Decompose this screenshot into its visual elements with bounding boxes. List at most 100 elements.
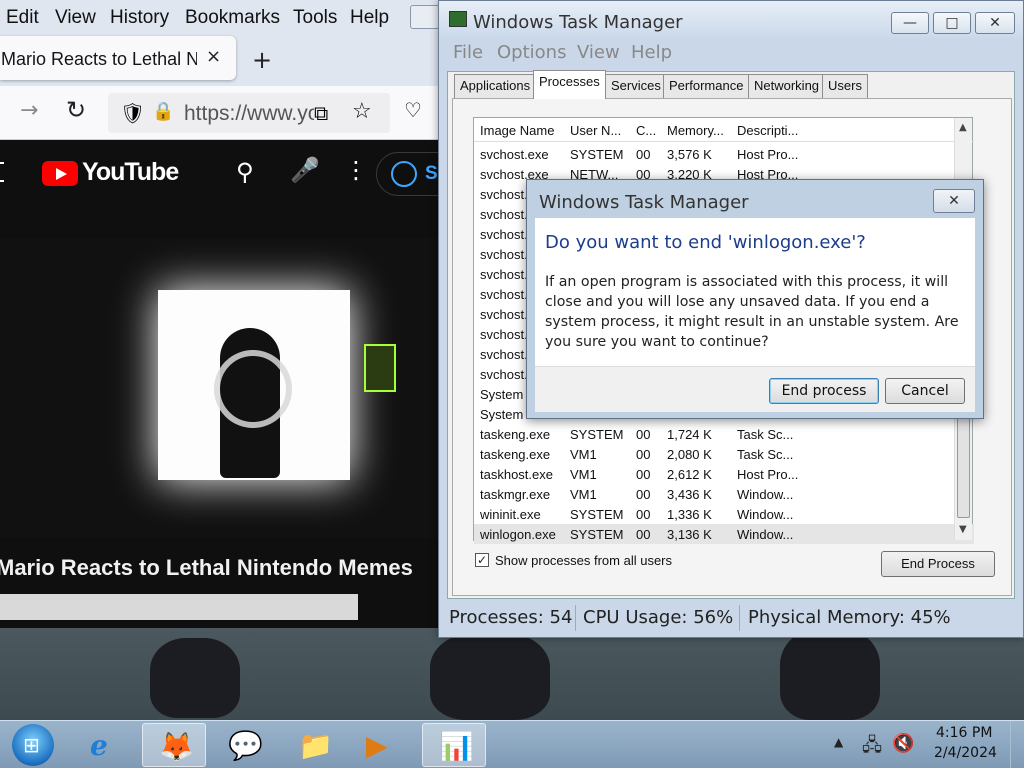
tab-close-icon[interactable]: × xyxy=(206,46,221,67)
status-bar: Processes: 54 CPU Usage: 56% Physical Me… xyxy=(447,603,1015,633)
menu-view[interactable]: View xyxy=(577,42,620,63)
cell-description: Host Pro... xyxy=(737,147,799,162)
url-bar[interactable]: 🛡 🔒 https://www.youtube.com ⧉ ☆ xyxy=(108,93,390,133)
more-options-icon[interactable]: ⋮ xyxy=(344,156,368,184)
bookmark-star-icon[interactable]: ☆ xyxy=(352,99,372,124)
clock-date[interactable]: 2/4/2024 xyxy=(934,745,997,761)
taskbar-explorer[interactable]: 📁 xyxy=(282,723,346,767)
menu-help[interactable]: Help xyxy=(631,42,672,63)
dialog-close-button[interactable]: ✕ xyxy=(933,189,975,213)
task-manager-titlebar[interactable]: Windows Task Manager — □ ✕ xyxy=(439,1,1023,39)
url-text[interactable]: https://www.youtube.com xyxy=(184,102,314,126)
picture-in-picture-icon[interactable]: ⧉ xyxy=(314,101,328,125)
cell-description: Window... xyxy=(737,527,794,542)
table-row[interactable]: wininit.exe SYSTEM 00 1,336 K Window... xyxy=(474,504,974,524)
column-image-name[interactable]: Image Name xyxy=(480,123,554,138)
volume-muted-icon[interactable]: 🔇 xyxy=(892,733,914,754)
taskbar-media-player[interactable]: ▶ xyxy=(350,723,414,767)
cell-image-name: svchost. xyxy=(480,247,528,262)
taskbar-chat[interactable]: 💬 xyxy=(212,723,276,767)
menu-help[interactable]: Help xyxy=(350,7,389,29)
cell-image-name: svchost. xyxy=(480,327,528,342)
tab-services[interactable]: Services xyxy=(605,74,667,98)
pocket-icon[interactable]: ♡ xyxy=(404,98,422,122)
tab-users[interactable]: Users xyxy=(822,74,868,98)
clock-time[interactable]: 4:16 PM xyxy=(936,725,992,741)
tab-networking[interactable]: Networking xyxy=(748,74,826,98)
cell-image-name: taskeng.exe xyxy=(480,447,551,462)
taskbar-firefox[interactable]: 🦊 xyxy=(142,723,206,767)
tracking-shield-icon[interactable]: 🛡 xyxy=(120,101,145,125)
show-all-users-label[interactable]: Show processes from all users xyxy=(495,553,672,568)
column-user-name[interactable]: User N... xyxy=(570,123,621,138)
folder-icon: 📁 xyxy=(298,729,333,762)
taskbar-internet-explorer[interactable]: e xyxy=(74,723,138,767)
menu-tools[interactable]: Tools xyxy=(293,7,337,29)
start-button[interactable]: ⊞ xyxy=(12,724,54,766)
cell-image-name: svchost. xyxy=(480,267,528,282)
table-row[interactable]: taskeng.exe SYSTEM 00 1,724 K Task Sc... xyxy=(474,424,974,444)
column-cpu[interactable]: C... xyxy=(636,123,656,138)
youtube-logo-text[interactable]: YouTube xyxy=(82,158,179,187)
youtube-logo-icon[interactable] xyxy=(42,161,78,186)
column-memory[interactable]: Memory... xyxy=(667,123,724,138)
tab-applications[interactable]: Applications xyxy=(454,74,537,98)
cell-user-name: SYSTEM xyxy=(570,147,624,162)
menu-icon[interactable] xyxy=(0,162,4,182)
table-row[interactable]: taskmgr.exe VM1 00 3,436 K Window... xyxy=(474,484,974,504)
browser-tabstrip: Mario Reacts to Lethal Nintendo Memes × … xyxy=(0,36,438,86)
browser-navbar: → ↻ 🛡 🔒 https://www.youtube.com ⧉ ☆ ♡ xyxy=(0,86,438,140)
scroll-down-icon[interactable]: ▼ xyxy=(959,524,967,535)
show-desktop-button[interactable] xyxy=(1010,721,1024,768)
video-player[interactable] xyxy=(0,238,438,538)
table-row[interactable]: winlogon.exe SYSTEM 00 3,136 K Window... xyxy=(474,524,974,544)
tab-processes[interactable]: Processes xyxy=(533,70,606,99)
network-icon[interactable]: 🖧 xyxy=(862,733,882,763)
new-tab-button[interactable]: + xyxy=(252,46,272,74)
cell-description: Task Sc... xyxy=(737,447,794,462)
menu-options[interactable]: Options xyxy=(497,42,566,63)
close-button[interactable]: ✕ xyxy=(975,12,1015,34)
show-all-users-checkbox[interactable]: ✓ xyxy=(475,553,489,567)
sign-in-button[interactable]: Si xyxy=(376,152,438,196)
reload-icon[interactable]: ↻ xyxy=(66,96,86,124)
cell-cpu: 00 xyxy=(636,507,651,522)
minimize-button[interactable]: — xyxy=(891,12,929,34)
maximize-button[interactable]: □ xyxy=(933,12,971,34)
taskbar-task-manager[interactable]: 📊 xyxy=(422,723,486,767)
menu-bookmarks[interactable]: Bookmarks xyxy=(185,7,280,29)
show-hidden-icons-icon[interactable]: ▲ xyxy=(834,735,843,749)
firefox-icon: 🦊 xyxy=(159,730,194,763)
video-title[interactable]: Mario Reacts to Lethal Nintendo Memes xyxy=(0,555,413,581)
tab-performance[interactable]: Performance xyxy=(663,74,750,98)
browser-minimize-button[interactable] xyxy=(410,5,438,29)
menu-file[interactable]: File xyxy=(453,42,483,63)
end-process-button[interactable]: End Process xyxy=(881,551,995,577)
scrollbar-thumb[interactable] xyxy=(957,408,970,518)
scroll-up-icon[interactable]: ▲ xyxy=(959,122,967,133)
menu-edit[interactable]: Edit xyxy=(6,7,39,29)
table-row[interactable]: taskhost.exe VM1 00 2,612 K Host Pro... xyxy=(474,464,974,484)
confirm-end-process-button[interactable]: End process xyxy=(769,378,879,404)
browser-tab[interactable]: Mario Reacts to Lethal Nintendo Memes × xyxy=(0,36,236,80)
table-row[interactable]: taskeng.exe VM1 00 2,080 K Task Sc... xyxy=(474,444,974,464)
menu-view[interactable]: View xyxy=(55,7,96,29)
cancel-button[interactable]: Cancel xyxy=(885,378,965,404)
cell-image-name: svchost. xyxy=(480,287,528,302)
menu-history[interactable]: History xyxy=(110,7,169,29)
cell-image-name: winlogon.exe xyxy=(480,527,556,542)
table-row[interactable]: svchost.exe SYSTEM 00 3,576 K Host Pro... xyxy=(474,144,974,164)
penguin-image xyxy=(430,632,550,720)
cell-image-name: svchost.exe xyxy=(480,147,549,162)
search-icon[interactable]: ⚲ xyxy=(236,158,254,186)
microphone-icon[interactable]: 🎤 xyxy=(290,156,320,184)
cell-image-name: svchost. xyxy=(480,367,528,382)
column-description[interactable]: Descripti... xyxy=(737,123,798,138)
cell-image-name: svchost. xyxy=(480,227,528,242)
windows-logo-icon: ⊞ xyxy=(23,733,40,757)
cell-image-name: taskmgr.exe xyxy=(480,487,551,502)
dialog-title: Windows Task Manager xyxy=(539,192,749,213)
lock-icon[interactable]: 🔒 xyxy=(152,101,174,122)
forward-icon[interactable]: → xyxy=(20,98,38,123)
cell-image-name: wininit.exe xyxy=(480,507,541,522)
